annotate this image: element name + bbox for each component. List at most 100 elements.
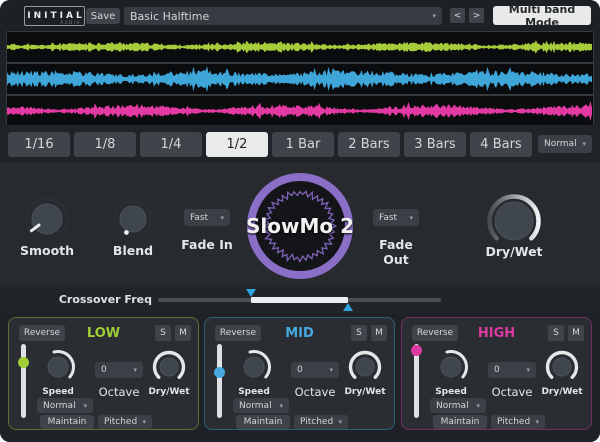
band-drywet-knob[interactable] <box>545 350 579 388</box>
waveform-green <box>7 32 593 62</box>
maintain-button[interactable]: Maintain <box>40 415 94 429</box>
pitch-mode-select[interactable]: Pitched ▾ <box>98 415 152 429</box>
drywet-label: Dry/Wet <box>484 244 544 259</box>
crossover-low-handle[interactable] <box>246 289 256 297</box>
rate-bar: 1/16 1/8 1/4 1/2 1 Bar 2 Bars 3 Bars 4 B… <box>0 125 600 163</box>
rate-button-1-4[interactable]: 1/4 <box>140 132 202 157</box>
chevron-down-icon: ▾ <box>526 366 530 374</box>
crossover-slider[interactable] <box>158 298 441 302</box>
chevron-down-icon: ▾ <box>329 366 333 374</box>
multi-band-mode-button[interactable]: Multi band Mode <box>493 6 591 25</box>
speed-label: Speed <box>421 387 481 397</box>
speed-mode-value: Normal <box>436 401 469 411</box>
maintain-button[interactable]: Maintain <box>433 415 487 429</box>
band-panel-mid: Reverse MID S M Speed 0 ▾ Octave Dry/Wet… <box>204 317 395 430</box>
band-level-slider[interactable] <box>21 344 26 418</box>
chevron-down-icon: ▾ <box>83 402 87 410</box>
slowmo2-plugin-window: INITIAL AUDIO Save Basic Halftime ▾ < > … <box>0 0 600 442</box>
speed-label: Speed <box>224 387 284 397</box>
band-slider-handle[interactable] <box>18 357 29 368</box>
chevron-down-icon: ▾ <box>432 12 436 20</box>
mute-button[interactable]: M <box>568 325 584 341</box>
band-level-slider[interactable] <box>414 344 419 418</box>
waveform-row-green <box>7 32 593 64</box>
chevron-down-icon: ▾ <box>142 418 146 426</box>
next-preset-button[interactable]: > <box>469 8 484 23</box>
band-slider-handle[interactable] <box>411 345 422 356</box>
logo-subtext: AUDIO <box>60 20 81 25</box>
chevron-down-icon: ▾ <box>220 214 224 222</box>
octave-select[interactable]: 0 ▾ <box>95 362 143 378</box>
solo-button[interactable]: S <box>548 325 564 341</box>
waveform-pink <box>7 96 593 126</box>
octave-value: 0 <box>101 365 107 375</box>
chevron-down-icon: ▾ <box>279 402 283 410</box>
rate-button-2-bars[interactable]: 2 Bars <box>338 132 400 157</box>
octave-select[interactable]: 0 ▾ <box>488 362 536 378</box>
band-drywet-label: Dry/Wet <box>335 387 395 397</box>
rate-button-3-bars[interactable]: 3 Bars <box>404 132 466 157</box>
crossover-section: Crossover Freq <box>0 287 600 313</box>
band-level-slider[interactable] <box>217 344 222 418</box>
rate-button-1-2[interactable]: 1/2 <box>206 132 268 157</box>
fade-in-select[interactable]: Fast ▾ <box>184 209 230 226</box>
waveform-row-pink <box>7 96 593 126</box>
chevron-down-icon: ▾ <box>535 418 539 426</box>
slowmo2-logo-text: SlowMo 2 <box>246 172 354 280</box>
speed-mode-value: Normal <box>239 401 272 411</box>
blend-knob[interactable] <box>112 198 154 244</box>
preset-select[interactable]: Basic Halftime ▾ <box>124 7 442 25</box>
rate-mode-select[interactable]: Normal ▾ <box>538 135 592 153</box>
smooth-label: Smooth <box>17 243 77 258</box>
rate-button-1-16[interactable]: 1/16 <box>8 132 70 157</box>
pitch-mode-select[interactable]: Pitched ▾ <box>491 415 545 429</box>
speed-knob[interactable] <box>40 349 76 389</box>
prev-preset-button[interactable]: < <box>450 8 465 23</box>
solo-button[interactable]: S <box>351 325 367 341</box>
speed-mode-select[interactable]: Normal ▾ <box>37 398 93 413</box>
mute-button[interactable]: M <box>175 325 191 341</box>
pitch-mode-select[interactable]: Pitched ▾ <box>294 415 348 429</box>
rate-mode-value: Normal <box>544 139 577 149</box>
speed-mode-select[interactable]: Normal ▾ <box>430 398 486 413</box>
chevron-down-icon: ▾ <box>582 140 586 148</box>
chevron-down-icon: ▾ <box>409 214 413 222</box>
band-drywet-knob[interactable] <box>152 350 186 388</box>
chevron-down-icon: ▾ <box>476 402 480 410</box>
band-panels: Reverse LOW S M Speed 0 ▾ Octave Dry/Wet… <box>0 313 600 442</box>
rate-button-1-bar[interactable]: 1 Bar <box>272 132 334 157</box>
maintain-button[interactable]: Maintain <box>236 415 290 429</box>
fade-in-label: Fade In <box>177 237 237 252</box>
speed-mode-select[interactable]: Normal ▾ <box>233 398 289 413</box>
rate-button-1-8[interactable]: 1/8 <box>74 132 136 157</box>
crossover-range-fill <box>251 297 347 303</box>
band-panel-high: Reverse HIGH S M Speed 0 ▾ Octave Dry/We… <box>401 317 592 430</box>
speed-knob[interactable] <box>236 349 272 389</box>
octave-value: 0 <box>297 365 303 375</box>
rate-button-4-bars[interactable]: 4 Bars <box>470 132 532 157</box>
mute-button[interactable]: M <box>371 325 387 341</box>
solo-button[interactable]: S <box>155 325 171 341</box>
band-drywet-label: Dry/Wet <box>139 387 199 397</box>
fade-out-label: Fade Out <box>366 237 426 267</box>
waveform-display <box>6 31 594 127</box>
initial-audio-logo: INITIAL AUDIO <box>24 6 85 26</box>
crossover-high-handle[interactable] <box>343 303 353 311</box>
band-drywet-knob[interactable] <box>348 350 382 388</box>
speed-knob[interactable] <box>433 349 469 389</box>
slowmo2-logo-badge: SlowMo 2 <box>246 172 354 280</box>
blend-label: Blend <box>103 243 163 258</box>
chevron-down-icon: ▾ <box>338 418 342 426</box>
octave-select[interactable]: 0 ▾ <box>291 362 339 378</box>
pitch-mode-value: Pitched <box>104 417 137 427</box>
fade-out-select[interactable]: Fast ▾ <box>373 209 419 226</box>
smooth-knob[interactable] <box>24 196 70 246</box>
band-slider-handle[interactable] <box>214 367 225 378</box>
save-button[interactable]: Save <box>86 8 120 24</box>
fade-in-value: Fast <box>190 213 208 223</box>
chevron-down-icon: ▾ <box>133 366 137 374</box>
pitch-mode-value: Pitched <box>497 417 530 427</box>
preset-value: Basic Halftime <box>130 10 209 23</box>
waveform-row-blue <box>7 64 593 96</box>
speed-mode-value: Normal <box>43 401 76 411</box>
